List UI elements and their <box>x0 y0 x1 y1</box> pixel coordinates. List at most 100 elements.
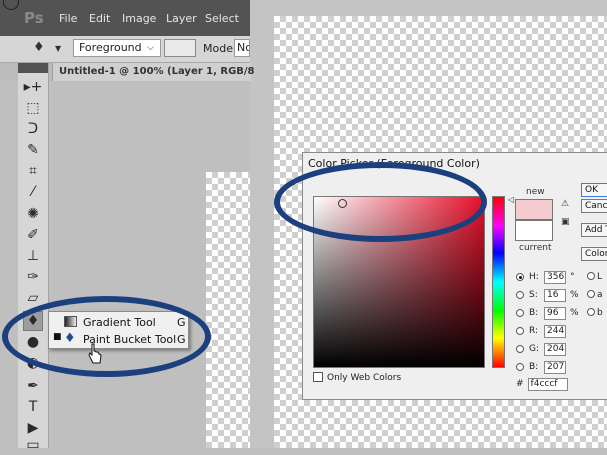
crop-tool-icon[interactable]: ⌗ <box>23 161 43 181</box>
fill-source-value: Foreground <box>79 41 142 54</box>
saturation-radio[interactable] <box>516 291 524 299</box>
blur-tool-icon[interactable]: ● <box>23 332 43 352</box>
red-radio[interactable] <box>516 327 524 335</box>
menu-layer[interactable]: Layer <box>166 12 197 25</box>
cancel-button[interactable]: Cancel <box>581 199 607 213</box>
lab-a-radio[interactable] <box>587 290 595 298</box>
hex-input[interactable]: f4cccf <box>527 378 568 391</box>
color-libraries-button[interactable]: Color Libraries <box>581 247 607 261</box>
flyout-item-gradient-tool[interactable]: Gradient Tool G <box>49 314 188 331</box>
hue-input[interactable]: 356 <box>544 271 566 284</box>
brightness-input[interactable]: 96 <box>544 307 566 320</box>
pen-tool-icon[interactable]: ✒ <box>23 376 43 396</box>
current-label: current <box>519 243 552 253</box>
blue-label: B: <box>529 362 539 372</box>
lab-a-label: a <box>597 290 603 300</box>
chevron-down-icon[interactable]: ▼ <box>55 44 61 53</box>
dodge-tool-icon[interactable]: ◐ <box>23 353 43 373</box>
green-input[interactable]: 204 <box>544 343 566 356</box>
flyout-item-label: Gradient Tool <box>83 316 156 329</box>
pattern-picker[interactable] <box>164 39 196 57</box>
chevron-down-icon: ⌵ <box>147 43 154 53</box>
quick-selection-tool-icon[interactable]: ✎ <box>23 140 43 160</box>
panel-grip[interactable] <box>18 63 48 73</box>
brightness-radio[interactable] <box>516 309 524 317</box>
brush-tool-icon[interactable]: ✐ <box>23 225 43 245</box>
green-radio[interactable] <box>516 345 524 353</box>
add-to-swatches-button[interactable]: Add To Swatches <box>581 223 607 237</box>
menu-select[interactable]: Select <box>205 12 239 25</box>
spot-healing-tool-icon[interactable]: ✺ <box>23 204 43 224</box>
flyout-item-shortcut: G <box>177 333 186 346</box>
photoshop-logo: Ps <box>24 9 44 27</box>
eraser-tool-icon[interactable]: ▱ <box>23 288 43 308</box>
red-label: R: <box>529 326 539 336</box>
paint-bucket-tool-icon[interactable]: ♦ <box>23 311 43 331</box>
hue-radio[interactable] <box>516 273 524 281</box>
arc-icon <box>3 0 19 10</box>
green-label: G: <box>529 344 540 354</box>
flyout-item-paint-bucket-tool[interactable]: ■ ♦ Paint Bucket Tool G <box>49 331 188 348</box>
document-tab[interactable]: Untitled-1 @ 100% (Layer 1, RGB/8 <box>52 63 255 81</box>
hand-cursor-icon <box>88 343 102 364</box>
lab-b-radio[interactable] <box>587 308 595 316</box>
brightness-label: B: <box>529 308 539 318</box>
gradient-icon <box>64 316 77 327</box>
new-label: new <box>526 187 545 197</box>
web-safe-cube-icon[interactable]: ▣ <box>561 217 570 227</box>
dialog-title: Color Picker (Foreground Color) <box>308 157 480 170</box>
marquee-tool-icon[interactable]: ⬚ <box>23 98 43 118</box>
lab-b-field[interactable]: b <box>587 308 603 318</box>
saturation-unit: % <box>570 290 579 300</box>
mode-label: Mode: <box>203 42 237 55</box>
options-bar: ♦ ▼ Foreground ⌵ Mode: No <box>0 36 250 63</box>
move-tool-icon[interactable]: ▸+ <box>23 77 43 97</box>
new-color-swatch <box>515 199 553 220</box>
tool-flyout-menu: Gradient Tool G ■ ♦ Paint Bucket Tool G <box>48 311 189 349</box>
eyedropper-tool-icon[interactable]: ⁄ <box>23 182 43 202</box>
menu-edit[interactable]: Edit <box>89 12 110 25</box>
hue-slider-arrow-icon[interactable]: ◁ <box>508 195 514 204</box>
gamut-warning-icon[interactable]: ⚠ <box>561 199 569 209</box>
only-web-colors-label: Only Web Colors <box>327 373 402 383</box>
brightness-unit: % <box>570 308 579 318</box>
clone-stamp-tool-icon[interactable]: ⊥ <box>23 246 43 266</box>
paint-bucket-icon: ♦ <box>64 331 76 346</box>
blue-input[interactable]: 207 <box>544 361 566 374</box>
mode-select[interactable]: No <box>234 39 250 57</box>
hex-prefix: # <box>516 379 524 389</box>
menu-image[interactable]: Image <box>122 12 156 25</box>
saturation-input[interactable]: 16 <box>544 289 566 302</box>
saturation-label: S: <box>529 290 538 300</box>
ok-button[interactable]: OK <box>581 183 607 197</box>
hue-label: H: <box>529 272 539 282</box>
current-color-swatch[interactable] <box>515 220 553 241</box>
fill-source-select[interactable]: Foreground ⌵ <box>73 39 161 57</box>
checkbox-box[interactable] <box>313 372 323 382</box>
lasso-tool-icon[interactable]: ᑐ <box>23 119 43 139</box>
menu-file[interactable]: File <box>59 12 77 25</box>
lab-b-label: b <box>597 308 603 318</box>
history-brush-tool-icon[interactable]: ✑ <box>23 267 43 287</box>
lab-a-field[interactable]: a <box>587 290 603 300</box>
red-input[interactable]: 244 <box>544 325 566 338</box>
color-marker[interactable] <box>338 199 347 208</box>
color-picker-dialog: Color Picker (Foreground Color) ◁ new cu… <box>302 152 607 400</box>
type-tool-icon[interactable]: T <box>23 397 43 417</box>
paint-bucket-preset-icon[interactable]: ♦ <box>33 40 49 56</box>
menu-bar: Ps File Edit Image Layer Select <box>0 0 250 36</box>
lab-l-label: L <box>597 272 603 282</box>
tools-panel: ▸+ ⬚ ᑐ ✎ ⌗ ⁄ ✺ ✐ ⊥ ✑ ▱ ♦ ● ◐ ✒ T ▶ ▭ <box>18 63 49 453</box>
hex-field[interactable]: # f4cccf <box>516 378 568 391</box>
blue-radio[interactable] <box>516 363 524 371</box>
selected-bullet-icon: ■ <box>53 332 62 342</box>
flyout-item-shortcut: G <box>177 316 186 329</box>
shape-tool-icon[interactable]: ▭ <box>23 435 43 455</box>
document-canvas-edge[interactable] <box>206 172 250 448</box>
lab-l-radio[interactable] <box>587 272 595 280</box>
document-tab-title: Untitled-1 @ 100% (Layer 1, RGB/8 <box>59 66 255 77</box>
only-web-colors-checkbox[interactable]: Only Web Colors <box>313 372 401 383</box>
hue-slider[interactable] <box>492 196 505 368</box>
saturation-brightness-field[interactable] <box>313 196 485 368</box>
lab-l-field[interactable]: L <box>587 272 602 282</box>
